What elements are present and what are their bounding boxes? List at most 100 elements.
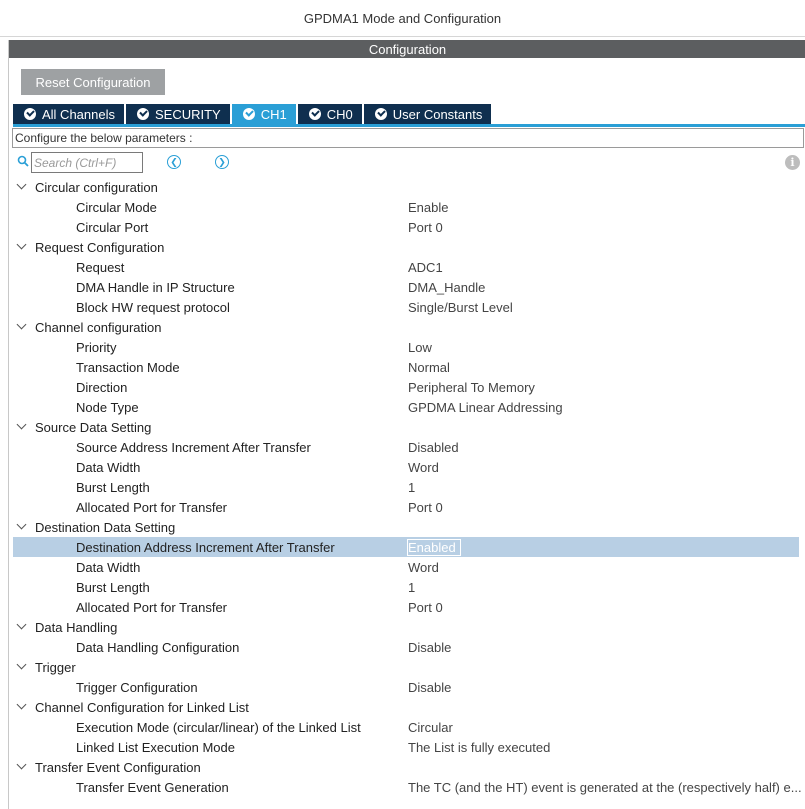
group-header[interactable]: Data Handling (13, 617, 799, 637)
parameter-row[interactable]: DMA Handle in IP Structure DMA_Handle (13, 277, 799, 297)
parameter-row[interactable]: Direction Peripheral To Memory (13, 377, 799, 397)
tab-ch1[interactable]: CH1 (231, 104, 296, 124)
parameter-value[interactable]: Circular (408, 720, 453, 735)
check-circle-icon (137, 108, 149, 120)
parameter-name: Linked List Execution Mode (76, 739, 235, 755)
group-label: Data Handling (35, 619, 118, 635)
group-label: Circular configuration (35, 179, 158, 195)
parameter-row[interactable]: Priority Low (13, 337, 799, 357)
parameter-name: Circular Port (76, 219, 149, 235)
parameter-row[interactable]: Block HW request protocol Single/Burst Le… (13, 297, 799, 317)
chevron-down-icon[interactable] (16, 241, 28, 253)
tab-user-constants[interactable]: User Constants (363, 104, 492, 124)
parameter-name: Data Width (76, 559, 141, 575)
group-header[interactable]: Request Configuration (13, 237, 799, 257)
chevron-down-icon[interactable] (16, 661, 28, 673)
parameter-name: Burst Length (76, 479, 150, 495)
tab-ch0[interactable]: CH0 (297, 104, 362, 124)
parameter-name: Data Handling Configuration (76, 639, 240, 655)
parameter-name: Block HW request protocol (76, 299, 230, 315)
check-circle-icon (308, 108, 321, 120)
parameter-row[interactable]: Transaction Mode Normal (13, 357, 799, 377)
configuration-panel: Configuration Reset Configuration All Ch… (8, 40, 805, 809)
tab-label: SECURITY (155, 106, 221, 122)
parameter-value[interactable]: The List is fully executed (408, 740, 550, 755)
parameter-value[interactable]: Single/Burst Level (408, 300, 513, 315)
reset-configuration-button[interactable]: Reset Configuration (21, 69, 165, 95)
chevron-down-icon[interactable] (16, 621, 28, 633)
parameter-name: Request (76, 259, 125, 275)
parameter-value[interactable]: Enabled (407, 538, 461, 556)
parameter-row[interactable]: Data Width Word (13, 457, 799, 477)
parameter-value[interactable]: Word (408, 460, 439, 475)
check-circle-icon (242, 108, 255, 120)
parameter-row[interactable]: Execution Mode (circular/linear) of the … (13, 717, 799, 737)
chevron-down-icon[interactable] (16, 701, 28, 713)
next-match-icon[interactable]: ❯ (215, 155, 229, 169)
parameter-value[interactable]: GPDMA Linear Addressing (408, 400, 563, 415)
chevron-down-icon[interactable] (16, 321, 28, 333)
group-header[interactable]: Destination Data Setting (13, 517, 799, 537)
parameter-value[interactable]: Disabled (408, 440, 459, 455)
parameter-value[interactable]: ADC1 (408, 260, 443, 275)
parameter-row[interactable]: Request ADC1 (13, 257, 799, 277)
chevron-down-icon[interactable] (16, 181, 28, 193)
parameter-value[interactable]: 1 (408, 480, 415, 495)
parameter-value[interactable]: DMA_Handle (408, 280, 485, 295)
parameter-value[interactable]: Enable (408, 200, 448, 215)
parameter-row[interactable]: Data Width Word (13, 557, 799, 577)
group-header[interactable]: Circular configuration (13, 177, 799, 197)
group-header[interactable]: Channel configuration (13, 317, 799, 337)
previous-match-icon[interactable]: ❮ (167, 155, 181, 169)
parameter-value[interactable]: Port 0 (408, 600, 443, 615)
parameter-row[interactable]: Allocated Port for Transfer Port 0 (13, 597, 799, 617)
search-input[interactable] (31, 152, 143, 173)
group-header[interactable]: Source Data Setting (13, 417, 799, 437)
tab-label: CH0 (326, 106, 353, 122)
parameter-value[interactable]: Port 0 (408, 500, 443, 515)
parameter-row[interactable]: Trigger Configuration Disable (13, 677, 799, 697)
parameter-name: Node Type (76, 399, 139, 415)
parameter-row[interactable]: Destination Address Increment After Tran… (13, 537, 799, 557)
parameter-row[interactable]: Allocated Port for Transfer Port 0 (13, 497, 799, 517)
parameter-value[interactable]: Port 0 (408, 220, 443, 235)
parameter-value[interactable]: Peripheral To Memory (408, 380, 535, 395)
parameter-row[interactable]: Node Type GPDMA Linear Addressing (13, 397, 799, 417)
parameter-row[interactable]: Circular Port Port 0 (13, 217, 799, 237)
parameter-value[interactable]: 1 (408, 580, 415, 595)
info-icon[interactable]: i (785, 155, 800, 170)
parameter-name: Transfer Event Generation (76, 779, 229, 795)
tab-security[interactable]: SECURITY (126, 104, 230, 124)
parameter-name: Destination Address Increment After Tran… (76, 539, 335, 555)
group-header[interactable]: Transfer Event Configuration (13, 757, 799, 777)
parameter-value[interactable]: Disable (408, 640, 451, 655)
parameter-row[interactable]: Burst Length 1 (13, 577, 799, 597)
search-icon (17, 155, 29, 167)
chevron-down-icon[interactable] (16, 761, 28, 773)
tab-all-channels[interactable]: All Channels (13, 104, 124, 124)
parameter-row[interactable]: Data Handling Configuration Disable (13, 637, 799, 657)
group-header[interactable]: Channel Configuration for Linked List (13, 697, 799, 717)
parameter-name: Trigger Configuration (76, 679, 198, 695)
parameter-name: Circular Mode (76, 199, 157, 215)
chevron-down-icon[interactable] (16, 521, 28, 533)
group-header[interactable]: Trigger (13, 657, 799, 677)
parameter-name: Allocated Port for Transfer (76, 599, 228, 615)
parameter-value[interactable]: The TC (and the HT) event is generated a… (408, 780, 802, 795)
group-label: Source Data Setting (35, 419, 152, 435)
parameter-row[interactable]: Linked List Execution Mode The List is fu… (13, 737, 799, 757)
channel-tabs: All Channels SECURITY CH1 CH0 User Constants (13, 104, 493, 124)
parameter-value[interactable]: Disable (408, 680, 451, 695)
search-bar: ❮ ❯ i (15, 151, 800, 173)
chevron-down-icon[interactable] (16, 421, 28, 433)
parameter-row[interactable]: Burst Length 1 (13, 477, 799, 497)
parameter-value[interactable]: Word (408, 560, 439, 575)
parameter-row[interactable]: Source Address Increment After Transfer D… (13, 437, 799, 457)
parameter-row[interactable]: Transfer Event Generation The TC (and the… (13, 777, 802, 797)
parameter-name: Transaction Mode (76, 359, 180, 375)
parameter-tree: Circular configuration Circular Mode Enabl… (13, 177, 802, 797)
tab-label: CH1 (260, 106, 287, 122)
parameter-row[interactable]: Circular Mode Enable (13, 197, 799, 217)
parameter-value[interactable]: Normal (408, 360, 450, 375)
parameter-value[interactable]: Low (408, 340, 432, 355)
